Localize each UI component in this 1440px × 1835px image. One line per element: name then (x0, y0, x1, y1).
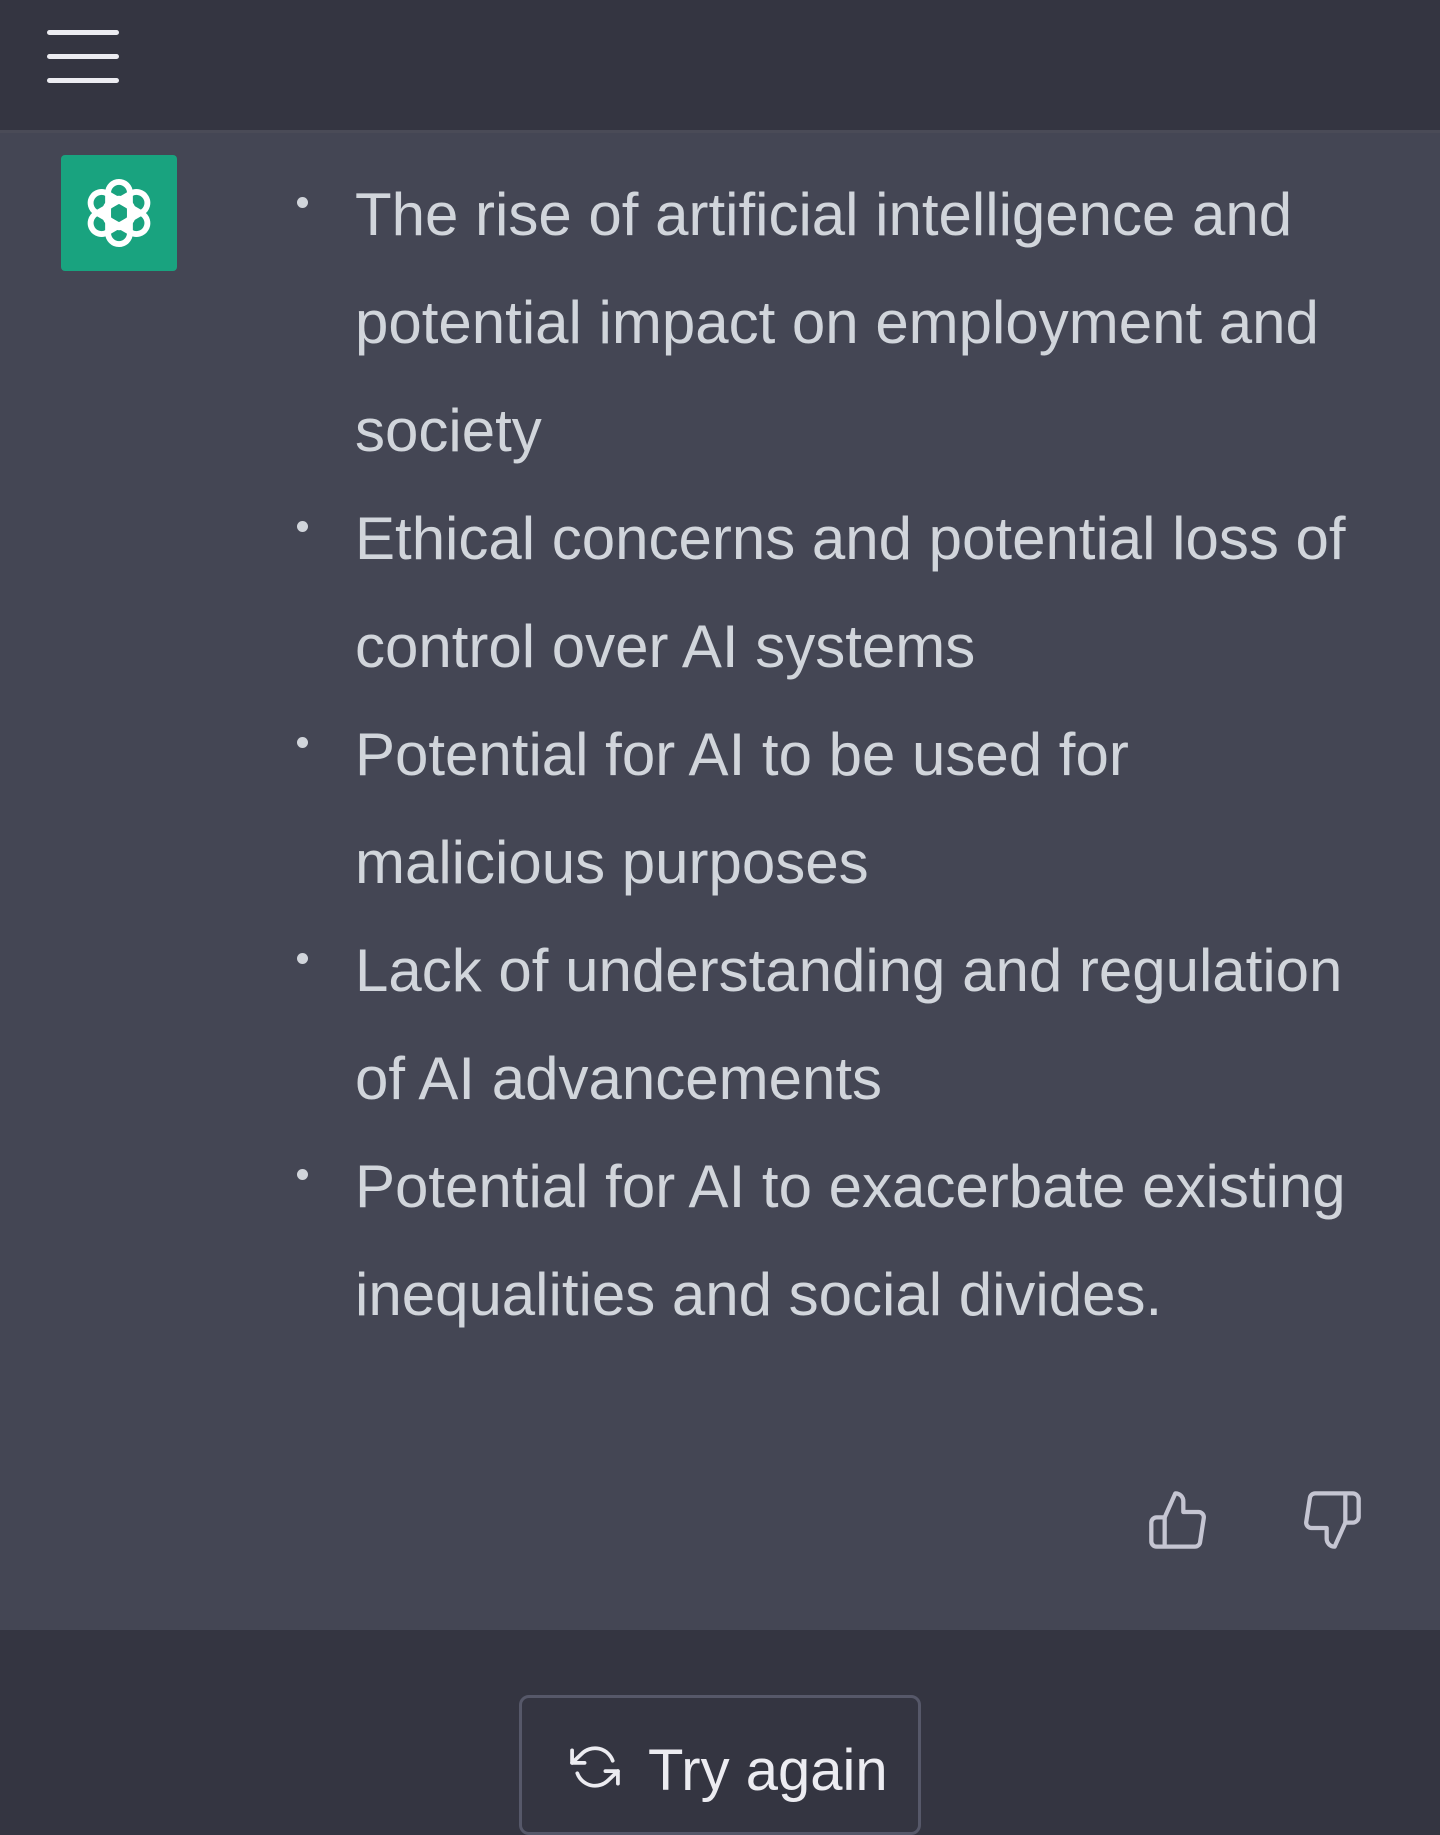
assistant-message: The rise of artificial intelligence and … (0, 133, 1440, 1630)
list-item: Potential for AI to exacerbate existing … (0, 1133, 1370, 1349)
try-again-label: Try again (648, 1738, 888, 1803)
thumbs-up-icon (1149, 1491, 1206, 1549)
bullet-dot (297, 197, 308, 208)
bullet-text: Ethical concerns and potential loss of c… (355, 505, 1346, 680)
bullet-text: Lack of understanding and regulation of … (355, 937, 1343, 1112)
try-again-button[interactable]: Try again (519, 1695, 921, 1835)
list-item: Lack of understanding and regulation of … (0, 917, 1370, 1133)
response-bullet-list: The rise of artificial intelligence and … (0, 161, 1440, 1349)
bullet-dot (297, 521, 308, 532)
menu-line (47, 78, 119, 83)
thumbs-up-button[interactable] (1146, 1488, 1210, 1552)
bullet-dot (297, 1169, 308, 1180)
thumbs-down-icon (1304, 1491, 1361, 1549)
menu-line (47, 30, 119, 35)
refresh-icon (570, 1746, 620, 1788)
top-bar (0, 0, 1440, 133)
list-item: Ethical concerns and potential loss of c… (0, 485, 1370, 701)
hamburger-menu-icon[interactable] (44, 28, 122, 86)
list-item: The rise of artificial intelligence and … (0, 161, 1370, 485)
bullet-dot (297, 737, 308, 748)
bottom-bar: Try again (0, 1630, 1440, 1835)
thumbs-down-button[interactable] (1300, 1488, 1364, 1552)
bullet-text: Potential for AI to be used for maliciou… (355, 721, 1129, 896)
bullet-text: Potential for AI to exacerbate existing … (355, 1153, 1346, 1328)
menu-line (47, 54, 119, 59)
bullet-text: The rise of artificial intelligence and … (355, 181, 1319, 464)
list-item: Potential for AI to be used for maliciou… (0, 701, 1370, 917)
bullet-dot (297, 953, 308, 964)
